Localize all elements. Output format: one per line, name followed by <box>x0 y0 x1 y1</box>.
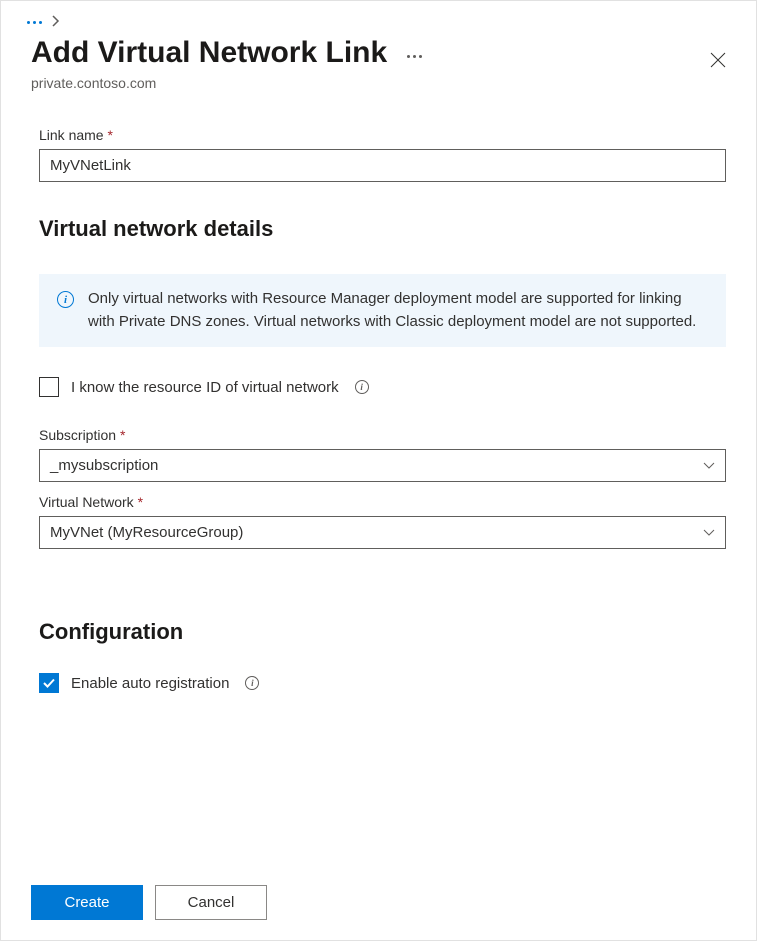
close-button[interactable] <box>702 44 734 81</box>
know-resource-id-checkbox[interactable] <box>39 377 59 397</box>
chevron-down-icon <box>703 524 715 541</box>
close-icon <box>710 52 726 68</box>
enable-auto-registration-checkbox[interactable] <box>39 673 59 693</box>
page-title: Add Virtual Network Link <box>31 36 387 70</box>
breadcrumb-bar <box>1 1 756 30</box>
subscription-label: Subscription * <box>39 427 726 443</box>
subscription-value: _mysubscription <box>50 457 158 474</box>
chevron-right-icon <box>52 15 60 30</box>
virtual-network-select[interactable]: MyVNet (MyResourceGroup) <box>39 516 726 549</box>
more-actions-icon[interactable] <box>407 55 422 58</box>
virtual-network-label: Virtual Network * <box>39 494 726 510</box>
enable-auto-registration-label: Enable auto registration <box>71 675 229 692</box>
footer-actions: Create Cancel <box>31 885 267 920</box>
chevron-down-icon <box>703 457 715 474</box>
know-resource-id-label: I know the resource ID of virtual networ… <box>71 379 339 396</box>
create-button[interactable]: Create <box>31 885 143 920</box>
link-name-input[interactable] <box>39 149 726 182</box>
cancel-button[interactable]: Cancel <box>155 885 267 920</box>
info-message: Only virtual networks with Resource Mana… <box>88 288 708 333</box>
breadcrumb-ellipsis-icon[interactable] <box>27 21 42 24</box>
page-subtitle: private.contoso.com <box>1 75 756 91</box>
page-header: Add Virtual Network Link <box>1 30 756 73</box>
help-icon[interactable]: i <box>355 380 369 394</box>
info-box: i Only virtual networks with Resource Ma… <box>39 274 726 347</box>
checkmark-icon <box>42 676 56 690</box>
link-name-label: Link name * <box>39 127 726 143</box>
help-icon[interactable]: i <box>245 676 259 690</box>
subscription-select[interactable]: _mysubscription <box>39 449 726 482</box>
info-icon: i <box>57 291 74 308</box>
configuration-heading: Configuration <box>39 619 726 645</box>
vnet-details-heading: Virtual network details <box>39 216 726 242</box>
virtual-network-value: MyVNet (MyResourceGroup) <box>50 524 243 541</box>
